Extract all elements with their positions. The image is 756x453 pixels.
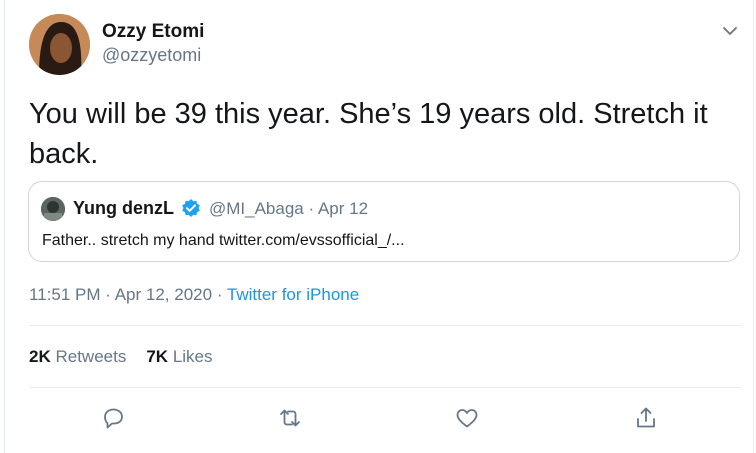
share-icon[interactable] xyxy=(632,404,660,432)
quoted-tweet[interactable]: Yung denzL @MI_Abaga · Apr 12 Father.. s… xyxy=(28,181,740,262)
verified-badge-icon xyxy=(181,198,201,218)
retweets-label: Retweets xyxy=(55,347,127,366)
quoted-author-handle: @MI_Abaga xyxy=(209,199,304,218)
like-icon[interactable] xyxy=(453,404,481,432)
retweets-count: 2K xyxy=(29,347,51,366)
retweets-stat[interactable]: 2K Retweets xyxy=(29,347,126,366)
author-name[interactable]: Ozzy Etomi xyxy=(102,21,204,43)
retweet-icon[interactable] xyxy=(276,404,304,432)
quoted-meta: @MI_Abaga · Apr 12 xyxy=(209,199,368,219)
tweet-time[interactable]: 11:51 PM xyxy=(29,285,101,304)
quoted-date: Apr 12 xyxy=(317,199,369,218)
quoted-author-avatar xyxy=(41,197,65,221)
date-source-separator: · xyxy=(216,285,223,304)
tweet-date[interactable]: Apr 12, 2020 xyxy=(115,285,212,304)
author-handle[interactable]: @ozzyetomi xyxy=(102,45,201,66)
quoted-separator: · xyxy=(308,199,315,218)
likes-stat[interactable]: 7K Likes xyxy=(146,347,212,366)
tweet-source-link[interactable]: Twitter for iPhone xyxy=(227,285,359,304)
tweet-text: You will be 39 this year. She’s 19 years… xyxy=(29,98,708,170)
quoted-text: Father.. stretch my hand twitter.com/evs… xyxy=(42,232,405,249)
tweet-card: Ozzy Etomi @ozzyetomi You will be 39 thi… xyxy=(4,0,754,453)
likes-count: 7K xyxy=(146,347,169,366)
author-avatar[interactable] xyxy=(29,14,90,75)
divider xyxy=(29,325,741,326)
likes-label: Likes xyxy=(172,347,213,366)
time-date-separator: · xyxy=(105,285,111,304)
divider xyxy=(29,387,741,388)
tweet-timestamp-line: 11:51 PM · Apr 12, 2020 · Twitter for iP… xyxy=(29,285,359,305)
tweet-stats: 2K Retweets 7K Likes xyxy=(29,347,213,367)
chevron-down-icon[interactable] xyxy=(721,22,739,40)
reply-icon[interactable] xyxy=(99,404,127,432)
quoted-author-name: Yung denzL xyxy=(73,198,174,218)
